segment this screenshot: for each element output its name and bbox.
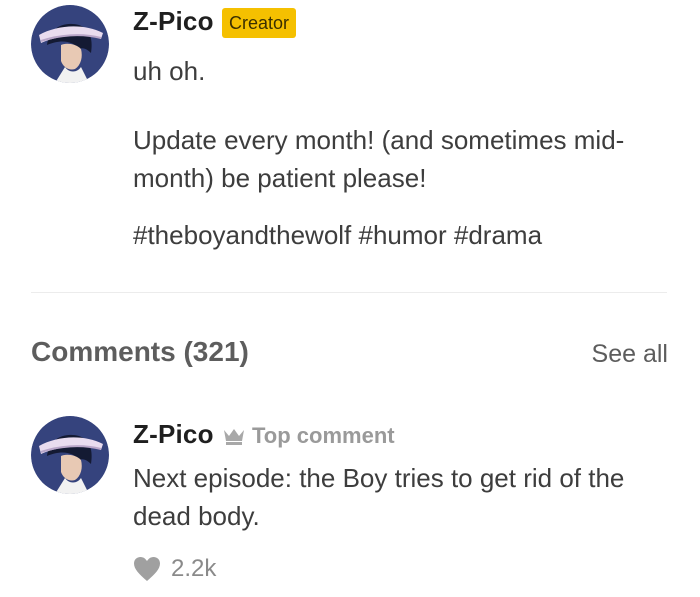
author-name[interactable]: Z-Pico (133, 6, 214, 37)
see-all-link[interactable]: See all (592, 340, 668, 369)
avatar[interactable] (31, 5, 109, 83)
top-comment-text: Top comment (252, 423, 395, 448)
heart-icon (133, 556, 161, 582)
hashtags[interactable]: #theboyandthewolf #humor #drama (133, 216, 663, 254)
like-button[interactable]: 2.2k (133, 555, 216, 583)
crown-icon (222, 426, 246, 446)
comments-heading: Comments (321) (31, 336, 249, 367)
creator-badge: Creator (222, 8, 297, 38)
comment-text: Next episode: the Boy tries to get rid o… (133, 463, 625, 531)
user-avatar-icon (31, 5, 109, 83)
comment-author-name[interactable]: Z-Pico (133, 419, 214, 450)
divider (31, 292, 667, 293)
like-count: 2.2k (171, 555, 217, 582)
top-comment-label: Top comment (222, 423, 395, 449)
user-avatar-icon (31, 416, 109, 494)
note-text-line: uh oh. (133, 56, 206, 86)
note-text-paragraph: Update every month! (and sometimes mid-m… (133, 125, 625, 193)
avatar[interactable] (31, 416, 109, 494)
